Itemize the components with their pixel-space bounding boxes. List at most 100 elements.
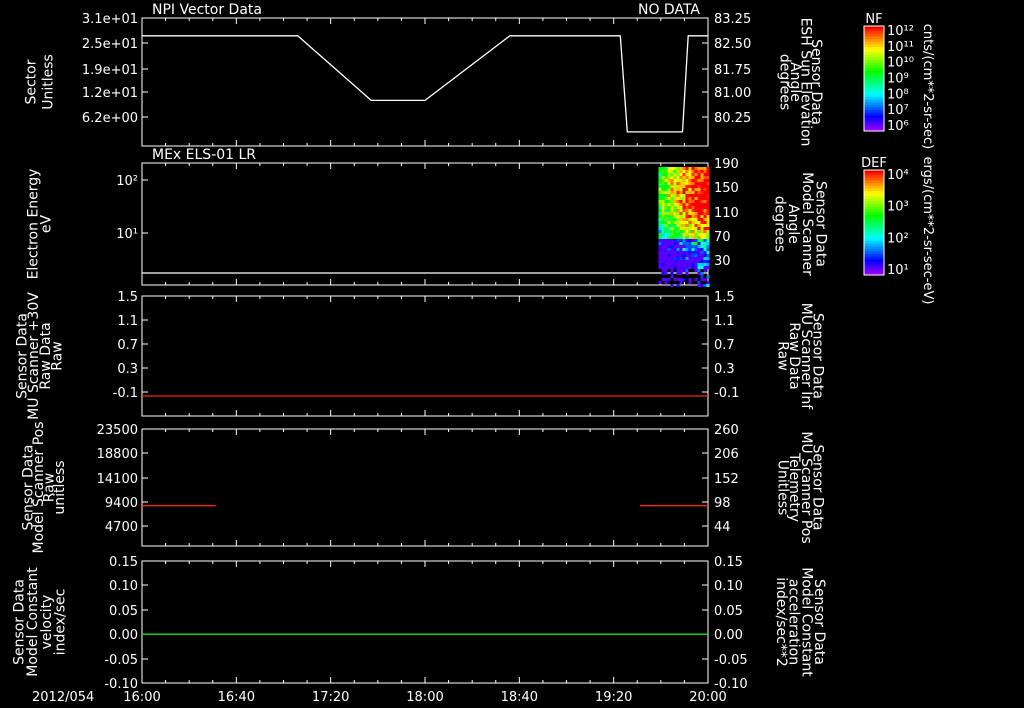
heatmap-cell xyxy=(667,182,671,185)
heatmap-cell xyxy=(685,245,689,248)
y-tick-label-left: 0.7 xyxy=(117,338,138,353)
heatmap-cell xyxy=(697,176,701,179)
heatmap-cell xyxy=(679,170,683,173)
heatmap-cell xyxy=(703,194,707,197)
heatmap-cell xyxy=(667,260,671,263)
heatmap-cell xyxy=(706,218,710,221)
heatmap-cell xyxy=(697,218,701,221)
heatmap-cell xyxy=(661,230,665,233)
heatmap-cell xyxy=(673,212,677,215)
heatmap-cell xyxy=(700,236,704,239)
heatmap-cell xyxy=(679,269,683,272)
heatmap-cell xyxy=(670,203,674,206)
heatmap-cell xyxy=(706,245,710,248)
heatmap-cell xyxy=(688,212,692,215)
heatmap-cell xyxy=(670,236,674,239)
heatmap-cell xyxy=(667,185,671,188)
y-tick-label-right: -0.1 xyxy=(714,386,739,401)
heatmap-cell xyxy=(667,236,671,239)
heatmap-cell xyxy=(697,284,701,287)
heatmap-cell xyxy=(667,167,671,170)
heatmap-cell xyxy=(670,218,674,221)
y-tick-label-left: 1.1 xyxy=(117,314,138,329)
heatmap-cell xyxy=(694,200,698,203)
heatmap-cell xyxy=(700,227,704,230)
heatmap-cell xyxy=(679,188,683,191)
heatmap-cell xyxy=(694,176,698,179)
y-axis-label-left: unitless xyxy=(52,460,68,514)
heatmap-cell xyxy=(682,197,686,200)
heatmap-cell xyxy=(694,266,698,269)
heatmap-cell xyxy=(679,227,683,230)
heatmap-cell xyxy=(664,248,668,251)
time-tick-label: 20:00 xyxy=(689,690,726,705)
heatmap-cell xyxy=(658,200,662,203)
heatmap-cell xyxy=(694,263,698,266)
heatmap-cell xyxy=(688,266,692,269)
heatmap-cell xyxy=(658,185,662,188)
heatmap-cell xyxy=(703,227,707,230)
heatmap-cell xyxy=(667,209,671,212)
heatmap-cell xyxy=(685,170,689,173)
heatmap-cell xyxy=(664,266,668,269)
heatmap-cell xyxy=(706,260,710,263)
y-tick-label-left: 0.15 xyxy=(109,555,138,570)
heatmap-cell xyxy=(676,263,680,266)
heatmap-cell xyxy=(691,221,695,224)
heatmap-cell xyxy=(664,242,668,245)
heatmap-cell xyxy=(694,260,698,263)
panel-frame xyxy=(141,428,709,547)
heatmap-cell xyxy=(679,251,683,254)
heatmap-cell xyxy=(679,182,683,185)
heatmap-cell xyxy=(688,170,692,173)
heatmap-cell xyxy=(661,212,665,215)
heatmap-cell xyxy=(697,215,701,218)
heatmap-cell xyxy=(703,242,707,245)
heatmap-cell xyxy=(682,176,686,179)
heatmap-cell xyxy=(664,263,668,266)
y-tick-label-left: -0.05 xyxy=(104,653,138,668)
heatmap-cell xyxy=(700,176,704,179)
heatmap-cell xyxy=(664,278,668,281)
y-axis-label-right: degrees xyxy=(776,54,792,110)
heatmap-cell xyxy=(670,212,674,215)
heatmap-cell xyxy=(667,245,671,248)
y-tick-label-left: 4700 xyxy=(105,520,138,535)
heatmap-cell xyxy=(688,209,692,212)
heatmap-cell xyxy=(682,188,686,191)
heatmap-cell xyxy=(679,215,683,218)
y-tick-label-left: 9400 xyxy=(105,496,138,511)
heatmap-cell xyxy=(667,278,671,281)
heatmap-cell xyxy=(670,185,674,188)
heatmap-cell xyxy=(679,257,683,260)
panel-5 xyxy=(141,560,709,684)
heatmap-cell xyxy=(703,203,707,206)
heatmap-cell xyxy=(661,263,665,266)
heatmap-cell xyxy=(673,194,677,197)
heatmap-cell xyxy=(703,206,707,209)
heatmap-cell xyxy=(682,206,686,209)
heatmap-cell xyxy=(661,200,665,203)
heatmap-cell xyxy=(694,218,698,221)
heatmap-cell xyxy=(688,200,692,203)
heatmap-cell xyxy=(706,194,710,197)
heatmap-cell xyxy=(661,266,665,269)
heatmap-cell xyxy=(703,191,707,194)
heatmap-cell xyxy=(685,185,689,188)
heatmap-cell xyxy=(664,224,668,227)
heatmap-cell xyxy=(676,176,680,179)
heatmap-cell xyxy=(667,173,671,176)
heatmap-cell xyxy=(661,191,665,194)
heatmap-cell xyxy=(661,194,665,197)
heatmap-cell xyxy=(700,224,704,227)
date-label: 2012/054 xyxy=(32,690,94,705)
heatmap-cell xyxy=(688,167,692,170)
heatmap-cell xyxy=(691,206,695,209)
heatmap-cell xyxy=(673,191,677,194)
heatmap-cell xyxy=(682,251,686,254)
heatmap-cell xyxy=(661,179,665,182)
heatmap-cell xyxy=(667,194,671,197)
heatmap-cell xyxy=(667,230,671,233)
heatmap-cell xyxy=(694,203,698,206)
heatmap-cell xyxy=(697,206,701,209)
